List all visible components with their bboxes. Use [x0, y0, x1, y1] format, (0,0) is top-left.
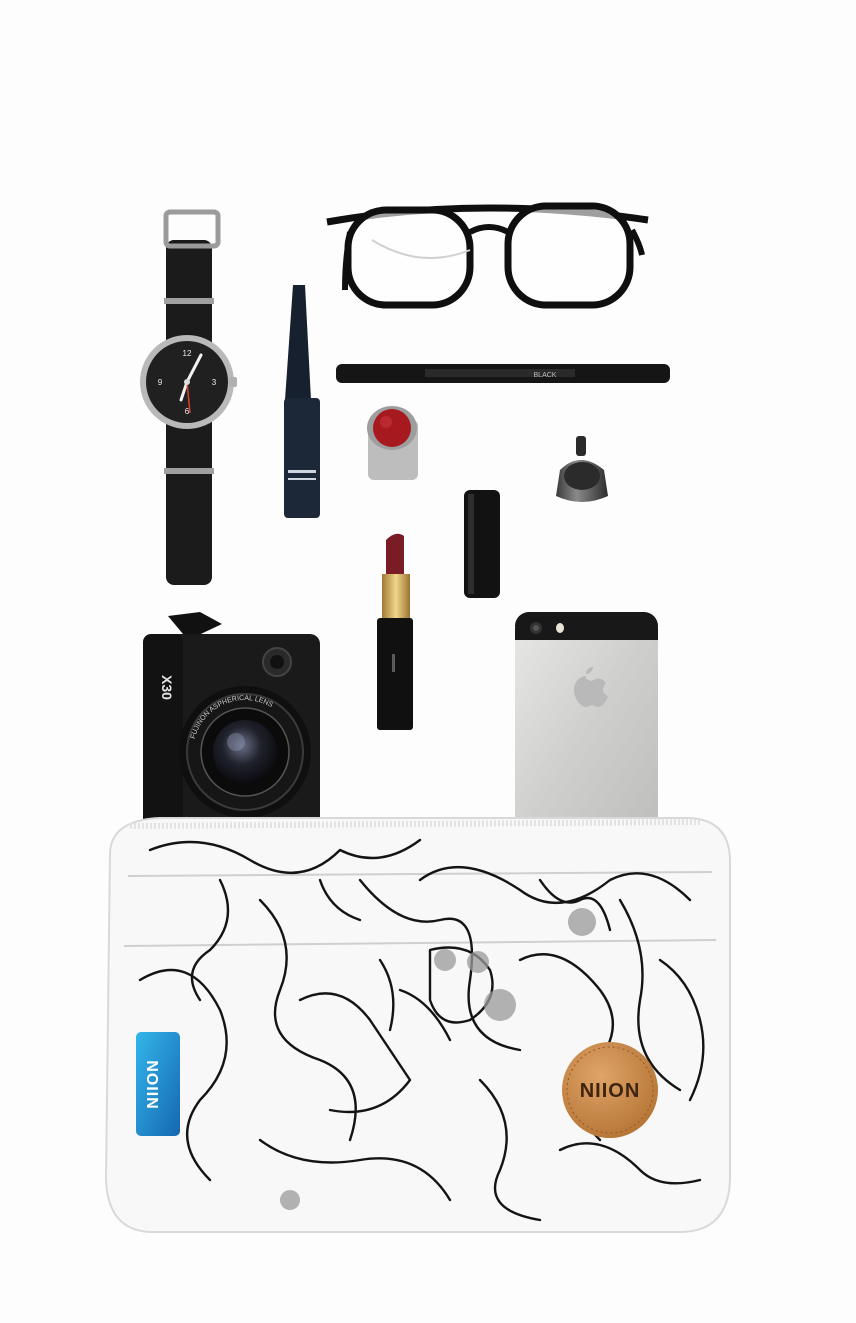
pencil-label: BLACK	[534, 372, 557, 379]
eyeglasses-icon	[326, 202, 649, 309]
camera-icon: X30 FUJINON ASPHERICAL LENS	[143, 612, 320, 834]
flatlay-illustration: 12 3 6 9 BLACK X30 FUJINON ASPHERICAL LE…	[104, 202, 731, 1233]
nail-polish-icon	[556, 436, 608, 502]
watch-numeral-9: 9	[158, 378, 163, 387]
watch-numeral-12: 12	[183, 349, 192, 358]
eyeliner-pencil-icon: BLACK	[336, 364, 670, 383]
leather-patch: NIION	[562, 1042, 658, 1138]
black-lipstick-icon	[464, 490, 500, 598]
watch-numeral-3: 3	[212, 378, 217, 387]
smartphone-icon	[515, 612, 658, 842]
liquid-eyeliner-icon	[284, 285, 320, 518]
leather-patch-text: NIION	[580, 1080, 641, 1102]
flatlay-scene: 12 3 6 9 BLACK X30 FUJINON ASPHERICAL LE…	[0, 0, 856, 1323]
printed-pouch-icon: NIION NIION	[104, 817, 731, 1233]
wristwatch-icon: 12 3 6 9	[140, 209, 237, 585]
brand-tag: NIION	[136, 1032, 180, 1136]
camera-model-label: X30	[159, 675, 175, 700]
gold-lipstick-icon	[377, 533, 413, 730]
brand-tag-text: NIION	[145, 1059, 162, 1108]
red-lipstick-icon	[367, 406, 418, 480]
